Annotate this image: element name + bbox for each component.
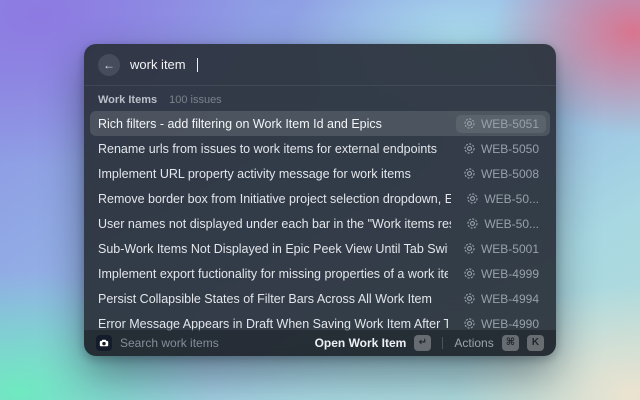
- result-id: WEB-5008: [480, 166, 539, 181]
- result-id: WEB-50...: [484, 191, 539, 206]
- result-title: Persist Collapsible States of Filter Bar…: [98, 291, 432, 306]
- footer-divider: [442, 337, 444, 349]
- target-icon: [464, 243, 475, 254]
- result-id-badge: WEB-4999: [456, 265, 546, 283]
- result-id-badge: WEB-4994: [456, 290, 546, 308]
- result-id-badge: WEB-50...: [459, 190, 546, 208]
- result-row[interactable]: Remove border box from Initiative projec…: [90, 186, 550, 211]
- result-id-badge: WEB-50...: [459, 215, 546, 233]
- result-title: Rich filters - add filtering on Work Ite…: [98, 116, 382, 131]
- target-icon: [464, 168, 475, 179]
- target-icon: [467, 218, 478, 229]
- result-title: Sub-Work Items Not Displayed in Epic Pee…: [98, 241, 448, 256]
- results-header: Work Items 100 issues: [84, 86, 556, 111]
- result-title: User names not displayed under each bar …: [98, 216, 451, 231]
- result-id-badge: WEB-5008: [456, 165, 546, 183]
- result-id-badge: WEB-5001: [456, 240, 546, 258]
- footer-search-hint[interactable]: Search work items: [120, 336, 307, 350]
- cmd-key-badge[interactable]: ⌘: [501, 335, 519, 351]
- result-title: Implement export fuctionality for missin…: [98, 266, 448, 281]
- back-button[interactable]: ←: [98, 53, 120, 76]
- open-work-item-label[interactable]: Open Work Item: [315, 336, 407, 350]
- command-palette: ← work item Work Items 100 issues Rich f…: [84, 44, 556, 356]
- target-icon: [464, 268, 475, 279]
- target-icon: [464, 118, 475, 129]
- result-row[interactable]: Sub-Work Items Not Displayed in Epic Pee…: [90, 236, 550, 261]
- target-icon: [464, 293, 475, 304]
- result-row[interactable]: Rich filters - add filtering on Work Ite…: [90, 111, 550, 136]
- result-id-badge: WEB-5050: [456, 140, 546, 158]
- result-row[interactable]: User names not displayed under each bar …: [90, 211, 550, 236]
- result-id: WEB-50...: [484, 216, 539, 231]
- result-row[interactable]: Implement URL property activity message …: [90, 161, 550, 186]
- result-id: WEB-5051: [480, 116, 539, 131]
- section-title: Work Items: [98, 94, 158, 106]
- result-id-badge: WEB-5051: [455, 114, 546, 133]
- back-arrow-icon: ←: [103, 57, 115, 72]
- app-logo-icon: [96, 335, 112, 351]
- result-title: Rename urls from issues to work items fo…: [98, 141, 438, 156]
- search-bar: ← work item: [84, 44, 556, 86]
- search-input[interactable]: work item: [130, 57, 186, 72]
- result-row[interactable]: Implement export fuctionality for missin…: [90, 261, 550, 286]
- result-id: WEB-4994: [480, 291, 539, 306]
- target-icon: [467, 193, 478, 204]
- results-count: 100 issues: [169, 94, 222, 106]
- k-key-badge[interactable]: K: [527, 335, 544, 351]
- actions-label[interactable]: Actions: [454, 336, 493, 350]
- target-icon: [464, 143, 475, 154]
- footer-bar: Search work items Open Work Item ↵ Actio…: [84, 329, 556, 356]
- result-row[interactable]: Rename urls from issues to work items fo…: [90, 136, 550, 161]
- text-caret: [196, 57, 199, 72]
- enter-key-badge[interactable]: ↵: [414, 335, 432, 351]
- result-title: Implement URL property activity message …: [98, 166, 411, 181]
- result-id: WEB-4999: [480, 266, 539, 281]
- result-title: Remove border box from Initiative projec…: [98, 191, 452, 206]
- result-id: WEB-5001: [480, 241, 539, 256]
- result-row[interactable]: Persist Collapsible States of Filter Bar…: [90, 286, 550, 311]
- result-id: WEB-5050: [480, 141, 539, 156]
- results-list: Rich filters - add filtering on Work Ite…: [84, 111, 556, 333]
